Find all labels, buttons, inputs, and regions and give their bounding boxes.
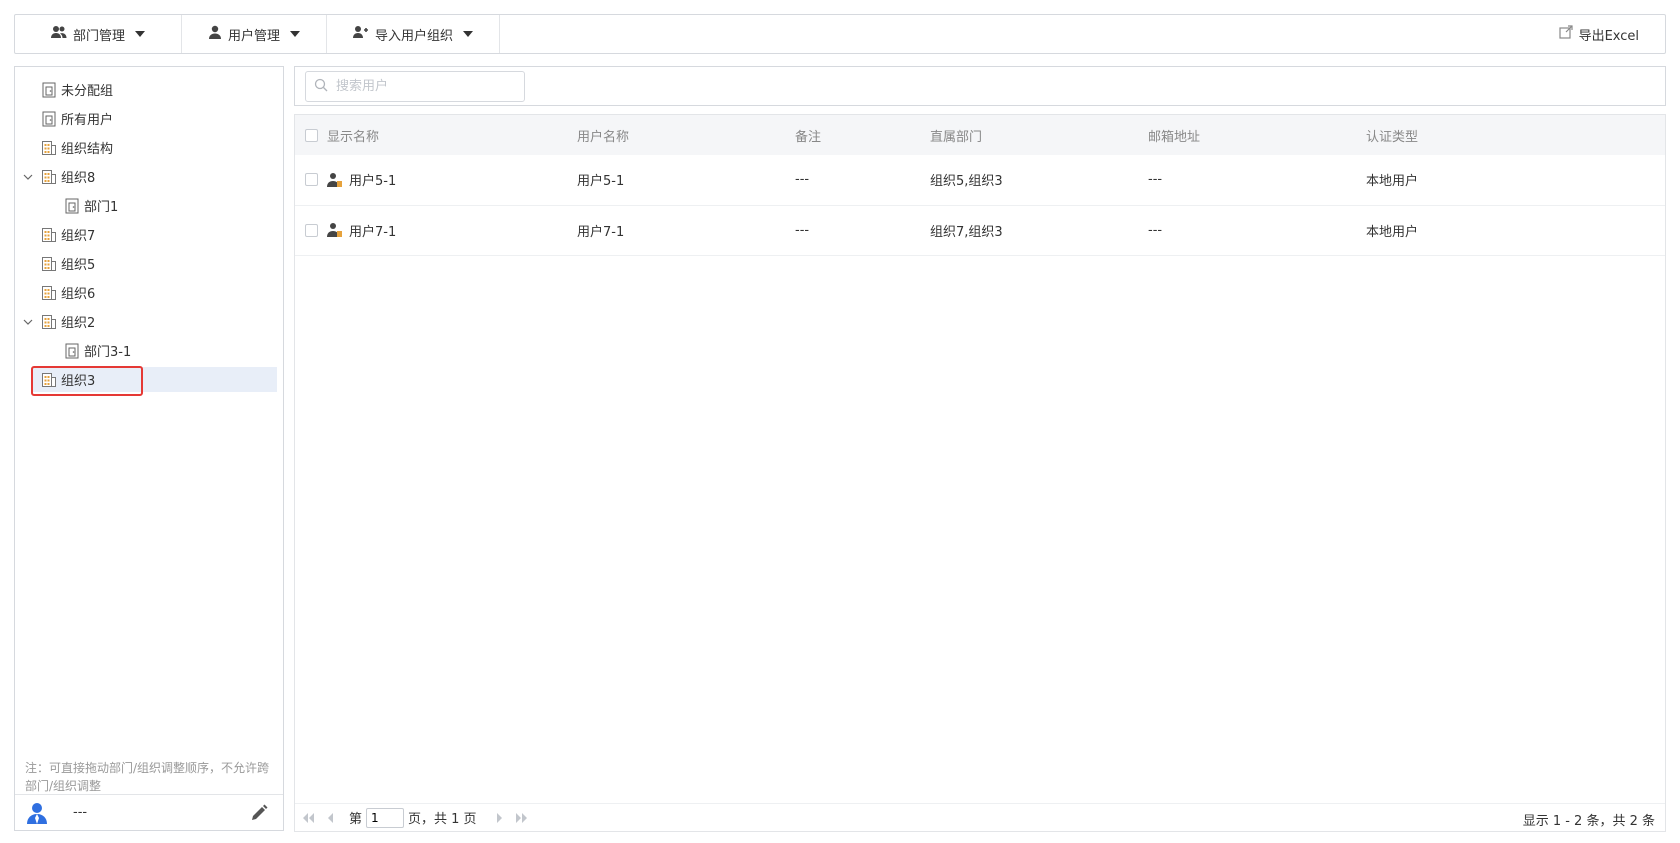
tree-item-label: 组织8 bbox=[61, 171, 96, 186]
caret-down-icon bbox=[135, 31, 146, 37]
org-tree: 未分配组所有用户组织结构组织8 部门1 组织7 组织5 组织6 组织2 部门3-1 组织3 bbox=[15, 75, 283, 394]
table-row[interactable]: 用户5-1 用户5-1 --- 组织5,组织3 --- 本地用户 bbox=[295, 155, 1665, 205]
user-mgmt-button[interactable]: 用户管理 bbox=[182, 15, 328, 53]
dept-mgmt-label: 部门管理 bbox=[73, 28, 126, 44]
tree-item[interactable]: 未分配组 bbox=[15, 75, 283, 104]
org-icon bbox=[41, 256, 57, 272]
tree-item-label: 组织2 bbox=[61, 316, 96, 331]
import-users-icon bbox=[353, 25, 369, 43]
export-excel-button[interactable]: 导出Excel bbox=[1533, 15, 1665, 53]
dept-icon bbox=[64, 343, 80, 359]
row-checkbox[interactable] bbox=[305, 173, 318, 187]
col-header-username[interactable]: 用户名称 bbox=[577, 115, 795, 155]
row-checkbox[interactable] bbox=[305, 223, 318, 237]
tree-item-label: 部门1 bbox=[84, 200, 119, 215]
next-page-icon[interactable] bbox=[493, 811, 507, 825]
drag-note: 注：可直接拖动部门/组织调整顺序，不允许跨部门/组织调整 bbox=[25, 761, 270, 793]
tree-item[interactable]: 组织2 bbox=[15, 307, 283, 336]
table-header-row: 显示名称 用户名称 备注 直属部门 邮箱地址 认证类型 bbox=[295, 115, 1665, 155]
department: 组织5,组织3 bbox=[930, 174, 1003, 190]
user-icon bbox=[208, 25, 222, 43]
tree-item-label: 未分配组 bbox=[61, 84, 114, 99]
chevron-down-icon[interactable] bbox=[23, 172, 33, 182]
person-icon bbox=[25, 801, 49, 825]
tree-item[interactable]: 组织3 bbox=[15, 365, 283, 394]
chevron-down-icon[interactable] bbox=[23, 317, 33, 327]
org-icon bbox=[41, 285, 57, 301]
tree-item[interactable]: 组织7 bbox=[15, 220, 283, 249]
tree-item-label: 组织结构 bbox=[61, 142, 114, 157]
table-row[interactable]: 用户7-1 用户7-1 --- 组织7,组织3 --- 本地用户 bbox=[295, 205, 1665, 255]
user-table-panel: 显示名称 用户名称 备注 直属部门 邮箱地址 认证类型 用户5-1 用户5-1 … bbox=[294, 114, 1666, 832]
current-user-value: --- bbox=[73, 805, 88, 820]
pagination: 第 页，共 1 页 显示 1 - 2 条，共 2 条 bbox=[295, 803, 1665, 831]
username: 用户5-1 bbox=[577, 174, 625, 190]
dept-icon bbox=[41, 111, 57, 127]
import-button[interactable]: 导入用户组织 bbox=[327, 15, 501, 53]
col-header-remark[interactable]: 备注 bbox=[795, 115, 930, 155]
import-label: 导入用户组织 bbox=[375, 28, 454, 44]
col-header-email[interactable]: 邮箱地址 bbox=[1148, 115, 1366, 155]
dept-icon bbox=[41, 82, 57, 98]
caret-down-icon bbox=[290, 31, 301, 37]
org-icon bbox=[41, 227, 57, 243]
tree-item[interactable]: 组织6 bbox=[15, 278, 283, 307]
search-input[interactable] bbox=[334, 78, 514, 95]
page-number-input[interactable] bbox=[366, 807, 405, 828]
user-mgmt-label: 用户管理 bbox=[228, 28, 281, 44]
dept-icon bbox=[64, 198, 80, 214]
tree-item-label: 组织6 bbox=[61, 287, 96, 302]
search-icon bbox=[314, 78, 328, 96]
first-page-icon[interactable] bbox=[301, 811, 315, 825]
search-box bbox=[305, 71, 525, 102]
tree-item[interactable]: 部门3-1 bbox=[15, 336, 283, 365]
select-all-checkbox[interactable] bbox=[305, 128, 318, 142]
org-icon bbox=[41, 372, 57, 388]
department: 组织7,组织3 bbox=[930, 224, 1003, 240]
col-header-display-name[interactable]: 显示名称 bbox=[327, 115, 577, 155]
page-prefix: 第 bbox=[349, 812, 363, 827]
pagination-summary: 显示 1 - 2 条，共 2 条 bbox=[1522, 814, 1655, 829]
display-name: 用户7-1 bbox=[349, 224, 397, 240]
tree-item[interactable]: 组织5 bbox=[15, 249, 283, 278]
prev-page-icon[interactable] bbox=[323, 811, 337, 825]
org-icon bbox=[41, 314, 57, 330]
tree-item-label: 组织5 bbox=[61, 258, 96, 273]
col-header-department[interactable]: 直属部门 bbox=[930, 115, 1148, 155]
user-icon bbox=[327, 222, 343, 238]
remark: --- bbox=[795, 222, 810, 238]
auth-type: 本地用户 bbox=[1366, 224, 1419, 240]
tree-item[interactable]: 组织结构 bbox=[15, 133, 283, 162]
page-suffix: 页，共 1 页 bbox=[408, 812, 477, 827]
toolbar: 部门管理 用户管理 导入用户组织 导出Excel bbox=[14, 14, 1666, 54]
dept-mgmt-button[interactable]: 部门管理 bbox=[15, 15, 183, 53]
email: --- bbox=[1148, 222, 1163, 238]
email: --- bbox=[1148, 172, 1163, 188]
org-icon bbox=[41, 169, 57, 185]
tree-item[interactable]: 部门1 bbox=[15, 191, 283, 220]
user-table: 显示名称 用户名称 备注 直属部门 邮箱地址 认证类型 用户5-1 用户5-1 … bbox=[295, 115, 1665, 256]
org-icon bbox=[41, 140, 57, 156]
remark: --- bbox=[795, 172, 810, 188]
tree-item[interactable]: 组织8 bbox=[15, 162, 283, 191]
last-page-icon[interactable] bbox=[515, 811, 529, 825]
export-icon bbox=[1558, 25, 1573, 43]
pencil-icon[interactable] bbox=[249, 803, 269, 823]
org-tree-panel: 未分配组所有用户组织结构组织8 部门1 组织7 组织5 组织6 组织2 部门3-1 组织3 注… bbox=[14, 66, 284, 831]
user-icon bbox=[327, 172, 343, 188]
auth-type: 本地用户 bbox=[1366, 174, 1419, 190]
current-user-bar: --- bbox=[15, 794, 283, 830]
users-icon bbox=[51, 25, 67, 43]
tree-item[interactable]: 所有用户 bbox=[15, 104, 283, 133]
tree-item-label: 所有用户 bbox=[61, 113, 114, 128]
col-header-auth-type[interactable]: 认证类型 bbox=[1366, 115, 1665, 155]
export-label: 导出Excel bbox=[1578, 28, 1639, 44]
username: 用户7-1 bbox=[577, 224, 625, 240]
display-name: 用户5-1 bbox=[349, 174, 397, 190]
search-bar bbox=[294, 66, 1666, 106]
tree-item-label: 组织3 bbox=[61, 374, 96, 389]
tree-item-label: 部门3-1 bbox=[84, 345, 132, 360]
caret-down-icon bbox=[463, 31, 474, 37]
tree-item-label: 组织7 bbox=[61, 229, 96, 244]
